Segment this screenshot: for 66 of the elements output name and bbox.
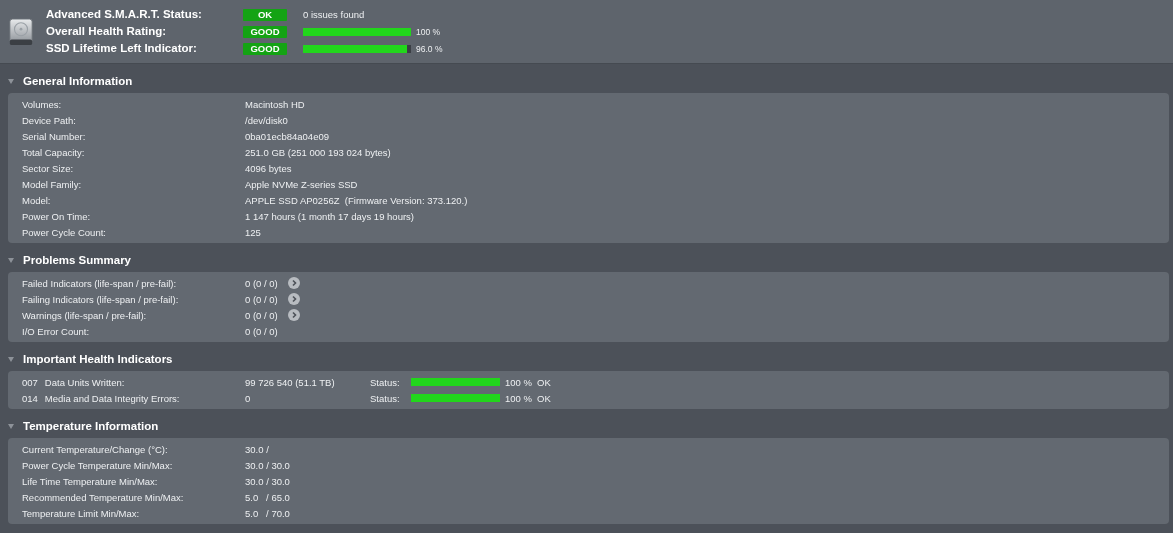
- field-value: 99 726 540 (51.1 TB): [245, 376, 336, 388]
- percent-value: 100 %: [505, 376, 533, 388]
- section-title: Problems Summary: [23, 254, 131, 266]
- section-title: General Information: [23, 75, 133, 87]
- field-label: Media and Data Integrity Errors:: [44, 392, 180, 404]
- field-label: Failing Indicators (life-span / pre-fail):: [22, 293, 180, 305]
- field-label: Model:: [22, 194, 52, 206]
- field-value: 0 (0 / 0): [245, 293, 278, 305]
- field-label: Life Time Temperature Min/Max:: [22, 475, 159, 487]
- field-value: 1 147 hours (1 month 17 days 19 hours): [245, 210, 414, 222]
- field-value: 30.0 / 30.0: [245, 475, 290, 487]
- field-label: Serial Number:: [22, 130, 87, 142]
- field-value: 5.0 / 65.0: [245, 491, 290, 503]
- field-value: Apple NVMe Z-series SSD: [245, 178, 358, 190]
- status-badge: GOOD: [243, 25, 287, 38]
- status-label: SSD Lifetime Left Indicator:: [46, 41, 198, 56]
- status-value: OK: [537, 376, 551, 388]
- attribute-id: 014: [22, 392, 38, 404]
- disclosure-triangle[interactable]: [8, 257, 14, 263]
- status-label: Status:: [370, 392, 401, 404]
- status-detail: 0 issues found: [303, 9, 365, 20]
- field-label: Model Family:: [22, 178, 83, 190]
- field-value: /dev/disk0: [245, 114, 288, 126]
- status-badge: GOOD: [243, 42, 287, 55]
- status-label: Status:: [370, 376, 401, 388]
- attribute-id: 007: [22, 376, 38, 388]
- field-label: Volumes:: [22, 98, 63, 110]
- field-value: 0ba01ecb84a04e09: [245, 130, 329, 142]
- hard-drive-icon: [8, 16, 34, 47]
- percent-value: 100 %: [416, 26, 441, 37]
- field-value: 0: [245, 392, 252, 404]
- status-value: OK: [537, 392, 551, 404]
- field-value: 0 (0 / 0): [245, 309, 278, 321]
- disclosure-triangle[interactable]: [8, 423, 14, 429]
- percent-value: 100 %: [505, 392, 533, 404]
- field-label: Total Capacity:: [22, 146, 86, 158]
- field-label: I/O Error Count:: [22, 325, 91, 337]
- field-label: Temperature Limit Min/Max:: [22, 507, 141, 519]
- section-title: Important Health Indicators: [23, 353, 173, 365]
- status-label: Overall Health Rating:: [46, 24, 168, 39]
- field-value: 0 (0 / 0): [245, 277, 278, 289]
- field-label: Data Units Written:: [44, 376, 125, 388]
- field-label: Current Temperature/Change (°C):: [22, 443, 169, 455]
- disclosure-triangle[interactable]: [8, 78, 14, 84]
- field-value: Macintosh HD: [245, 98, 305, 110]
- field-value: 30.0 /: [245, 443, 269, 455]
- field-label: Warnings (life-span / pre-fail):: [22, 309, 148, 321]
- field-value: APPLE SSD AP0256Z (Firmware Version: 373.120.): [245, 194, 468, 206]
- field-label: Sector Size:: [22, 162, 75, 174]
- field-value: 0 (0 / 0): [245, 325, 278, 337]
- field-label: Recommended Temperature Min/Max:: [22, 491, 185, 503]
- field-value: 30.0 / 30.0: [245, 459, 290, 471]
- status-badge: OK: [243, 8, 287, 21]
- section-title: Temperature Information: [23, 420, 159, 432]
- field-value: 251.0 GB (251 000 193 024 bytes): [245, 146, 391, 158]
- field-label: Power On Time:: [22, 210, 92, 222]
- field-label: Device Path:: [22, 114, 77, 126]
- field-label: Failed Indicators (life-span / pre-fail):: [22, 277, 178, 289]
- percent-value: 96.0 %: [416, 43, 443, 54]
- disclosure-triangle[interactable]: [8, 356, 14, 362]
- field-label: Power Cycle Temperature Min/Max:: [22, 459, 174, 471]
- field-value: 4096 bytes: [245, 162, 292, 174]
- field-value: 125: [245, 226, 261, 238]
- field-value: 5.0 / 70.0: [245, 507, 290, 519]
- field-label: Power Cycle Count:: [22, 226, 107, 238]
- status-label: Advanced S.M.A.R.T. Status:: [46, 7, 203, 22]
